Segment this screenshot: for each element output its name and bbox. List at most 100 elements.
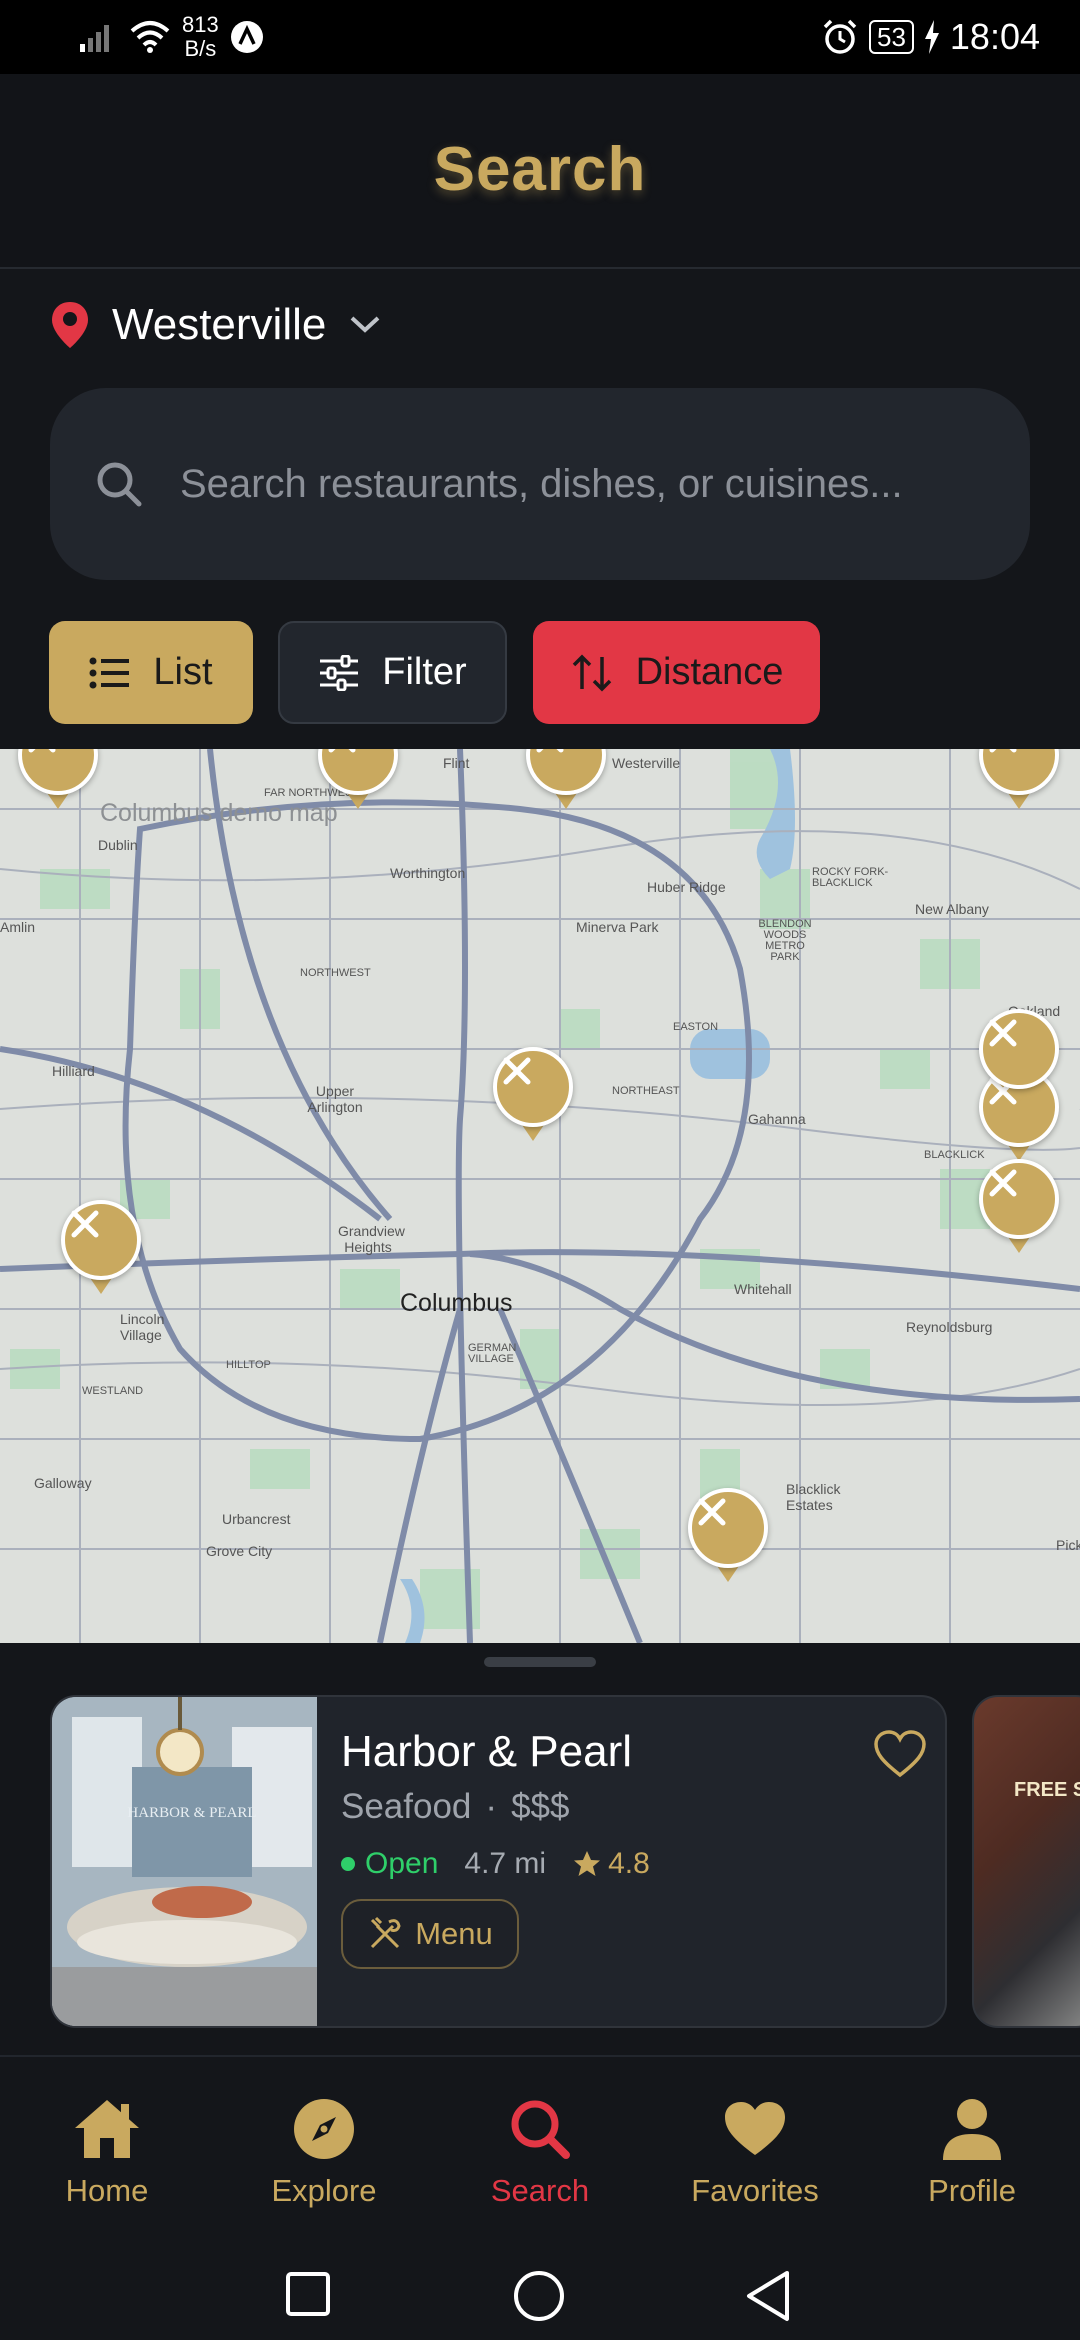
restaurant-map-pin[interactable] — [318, 749, 398, 815]
map-label-reynoldsburg: Reynoldsburg — [906, 1319, 993, 1335]
map-label-whitehall: Whitehall — [734, 1281, 792, 1297]
page-title: Search — [433, 135, 647, 204]
nav-explore[interactable]: Explore — [234, 2093, 414, 2209]
home-circle-icon[interactable] — [512, 2269, 566, 2323]
wifi-icon — [130, 21, 170, 53]
app-notification-icon — [230, 21, 263, 53]
map-label-flint: Flint — [443, 755, 470, 771]
map-label-hilliard: Hilliard — [52, 1063, 95, 1079]
open-status-badge: Open — [341, 1847, 438, 1881]
map-base — [0, 749, 1080, 1643]
home-icon — [75, 2100, 139, 2158]
map-label-northwest: NORTHWEST — [300, 967, 371, 979]
filter-button-label: Filter — [382, 651, 467, 693]
distance-label: 4.7 mi — [464, 1847, 547, 1880]
map-label-urbancrest: Urbancrest — [222, 1511, 291, 1527]
fork-knife-icon — [503, 1057, 531, 1085]
restaurant-photo-art: HARBOR & PEARL — [52, 1697, 317, 2026]
results-sheet: HARBOR & PEARL Harbor & Pearl Seafood · … — [0, 1643, 1080, 2055]
fork-knife-icon — [989, 1169, 1017, 1197]
map-label-new-albany: New Albany — [915, 901, 989, 917]
map-label-hilltop: HILLTOP — [226, 1359, 271, 1371]
restaurant-map-pin[interactable] — [526, 749, 606, 815]
photo-sign-text: HARBOR & PEARL — [127, 1805, 256, 1821]
nav-profile[interactable]: Profile — [882, 2093, 1062, 2209]
list-button-label: List — [153, 651, 213, 693]
fork-knife-icon — [536, 749, 564, 753]
restaurant-map-pin[interactable] — [979, 749, 1059, 815]
map-label-dublin: Dublin — [98, 837, 138, 853]
fork-knife-icon — [371, 1916, 401, 1949]
fork-knife-icon — [698, 1498, 726, 1526]
back-triangle-icon[interactable] — [743, 2269, 793, 2323]
recent-apps-icon[interactable] — [285, 2271, 331, 2317]
map-label-blacklick-estates: Blacklick Estates — [786, 1481, 841, 1513]
rating: 4.8 — [572, 1847, 650, 1881]
compass-icon — [294, 2099, 354, 2159]
restaurant-card[interactable]: HARBOR & PEARL Harbor & Pearl Seafood · … — [50, 1695, 947, 2028]
restaurant-map-pin[interactable] — [61, 1200, 141, 1300]
cuisine-label: Seafood — [341, 1787, 472, 1826]
map-label-lincoln-village: Lincoln Village — [120, 1311, 165, 1343]
restaurant-photo: HARBOR & PEARL — [52, 1697, 317, 2026]
sort-distance-button[interactable]: Distance — [533, 621, 820, 724]
restaurant-map-pin[interactable] — [688, 1488, 768, 1588]
map-label-amlin: Amlin — [0, 919, 36, 935]
user-icon — [943, 2099, 1001, 2160]
filter-button[interactable]: Filter — [278, 621, 507, 724]
restaurant-map-pin[interactable] — [493, 1047, 573, 1147]
restaurant-map-pin[interactable] — [979, 1009, 1059, 1109]
location-label: Westerville — [112, 300, 327, 349]
map-label-minerva-park: Minerva Park — [576, 919, 659, 935]
search-bar[interactable] — [50, 388, 1030, 580]
fork-knife-icon — [989, 1019, 1017, 1047]
menu-button[interactable]: Menu — [341, 1899, 519, 1969]
nav-home[interactable]: Home — [17, 2093, 197, 2209]
map-label-blacklick: BLACKLICK — [924, 1149, 985, 1161]
location-selector[interactable]: Westerville — [50, 290, 382, 360]
price-level: $$$ — [511, 1787, 570, 1826]
nav-favorites[interactable]: Favorites — [665, 2093, 845, 2209]
favorite-heart-icon[interactable] — [872, 1727, 928, 1783]
distance-button-label: Distance — [635, 651, 784, 693]
map-label-galloway: Galloway — [34, 1475, 92, 1491]
network-speed: 813 B/s — [182, 12, 219, 61]
restaurant-subtitle: Seafood · $$$ — [341, 1787, 569, 1827]
sort-arrows-icon — [572, 654, 611, 691]
heart-icon — [725, 2102, 785, 2155]
list-view-button[interactable]: List — [49, 621, 253, 724]
search-icon — [511, 2100, 570, 2159]
map-label-northeast: NORTHEAST — [612, 1085, 680, 1097]
map-label-huber-ridge: Huber Ridge — [647, 879, 726, 895]
map-label-westland: WESTLAND — [82, 1385, 144, 1397]
restaurant-map[interactable]: Columbus demo map Columbus Dublin Flint … — [0, 749, 1080, 1643]
map-label-grove-city: Grove City — [206, 1543, 273, 1559]
restaurant-name: Harbor & Pearl — [341, 1727, 633, 1776]
nav-search[interactable]: Search — [450, 2093, 630, 2209]
map-label-worthington: Worthington — [390, 865, 466, 881]
list-icon — [89, 657, 130, 688]
charging-icon — [924, 20, 939, 54]
sliders-icon — [320, 654, 359, 691]
clock: 18:04 — [949, 16, 1040, 57]
bottom-navigation: Home Explore Search Favorites Profile — [0, 2055, 1080, 2245]
map-label-columbus: Columbus — [400, 1289, 513, 1317]
star-icon — [574, 1851, 601, 1876]
map-label-easton: EASTON — [673, 1021, 719, 1033]
battery-indicator: 53 — [868, 20, 914, 54]
signal-icon — [80, 25, 109, 52]
location-pin-icon — [52, 302, 88, 348]
restaurant-meta: Open 4.7 mi 4.8 — [341, 1847, 650, 1881]
map-label-gahanna: Gahanna — [748, 1111, 806, 1127]
alarm-icon — [823, 19, 857, 54]
fork-knife-icon — [28, 749, 56, 753]
fork-knife-icon — [328, 749, 356, 753]
sheet-drag-handle[interactable] — [484, 1657, 596, 1667]
restaurant-card-next[interactable]: FREE S — [972, 1695, 1080, 2028]
app-header: Search — [0, 74, 1080, 269]
status-bar: 813 B/s 53 18:04 — [0, 0, 1080, 74]
separator-dot: · — [485, 1787, 498, 1826]
search-input[interactable] — [180, 461, 1000, 507]
restaurant-map-pin[interactable] — [18, 749, 98, 815]
restaurant-map-pin[interactable] — [979, 1159, 1059, 1259]
